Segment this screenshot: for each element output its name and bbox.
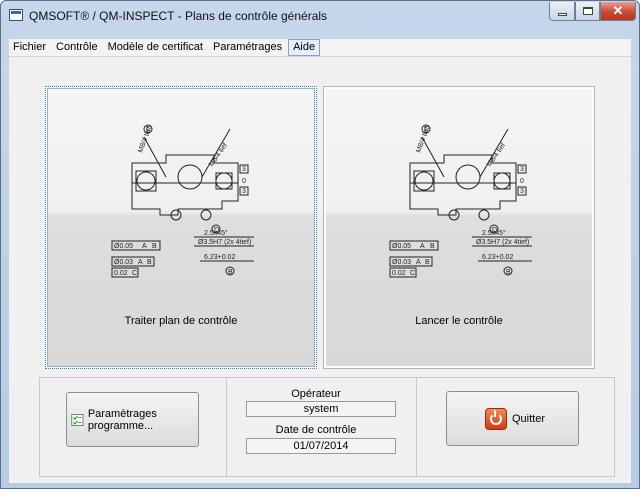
power-icon [485, 407, 507, 430]
panel-background: M8/4 tief M8/4 tief C D B 3 0 3 2.5x45° … [48, 89, 314, 366]
tol3-ref-c: C [410, 270, 415, 277]
traiter-plan-label: Traiter plan de contrôle [124, 315, 238, 327]
close-button[interactable]: ✕ [600, 2, 636, 21]
tol2-ref-a: A [416, 259, 421, 266]
divider-left [226, 378, 227, 476]
part-outline [409, 154, 517, 216]
tol2-ref-a: A [138, 259, 143, 266]
minimize-button[interactable] [549, 2, 575, 21]
lancer-controle-button[interactable]: M8/4 tief M8/4 tief C D B 3 0 3 2.5x45° … [323, 86, 595, 369]
callout-b: B [506, 269, 511, 276]
client-area: M8/4 tief M8/4 tief C D B 3 0 3 2.5x45° … [9, 56, 631, 483]
tol3-ref-c: C [132, 270, 137, 277]
date-label: Date de contrôle [275, 424, 357, 436]
window-title: QMSOFT® / QM-INSPECT - Plans de contrôle… [29, 9, 328, 23]
hole-center [177, 164, 203, 190]
left-box [135, 170, 157, 192]
hole-right [493, 172, 511, 190]
hole-right [215, 172, 233, 190]
quitter-button[interactable]: Quitter [446, 391, 579, 446]
maximize-button[interactable] [575, 2, 600, 21]
menu-bar: Fichier Contrôle Modèle de certificat Pa… [9, 39, 631, 56]
hole-bottom-right [478, 209, 490, 221]
box-number-1: 3 [242, 166, 246, 173]
menu-modele-certificat[interactable]: Modèle de certificat [104, 40, 207, 55]
dim-bottom-label: 6.23+0.02 [204, 254, 235, 261]
menu-aide[interactable]: Aide [288, 39, 321, 56]
tol1-value: Ø0.05 [114, 243, 133, 250]
box-number-2: 0 [520, 178, 524, 185]
hole-left [414, 171, 434, 191]
left-box [413, 170, 435, 192]
app-window: QMSOFT® / QM-INSPECT - Plans de contrôle… [0, 0, 640, 489]
operator-field: system [246, 401, 396, 417]
chamfer-label: 2.5x45° [482, 229, 506, 237]
panel-background: M8/4 tief M8/4 tief C D B 3 0 3 2.5x45° … [326, 89, 592, 366]
traiter-plan-button[interactable]: M8/4 tief M8/4 tief C D B 3 0 3 2.5x45° … [45, 86, 317, 369]
part-outline [131, 154, 239, 216]
menu-fichier[interactable]: Fichier [9, 40, 50, 55]
tol2-ref-b: B [147, 259, 152, 266]
parametrages-programme-label: Paramètrages programme... [87, 407, 157, 432]
divider-right [416, 378, 417, 476]
menu-parametrages[interactable]: Paramétrages [209, 40, 286, 55]
tol3-value: 0.02 [392, 270, 406, 277]
date-field: 01/07/2014 [246, 438, 396, 454]
maximize-icon [582, 7, 593, 15]
tol1-ref-b: B [152, 243, 157, 250]
hole-center [455, 164, 481, 190]
close-icon: ✕ [612, 3, 624, 18]
operator-label: Opérateur [291, 388, 341, 400]
technical-drawing-icon: M8/4 tief M8/4 tief C D B 3 0 3 2.5x45° … [389, 124, 532, 278]
tol1-ref-b: B [430, 243, 435, 250]
menu-controle[interactable]: Contrôle [52, 40, 102, 55]
tol1-value: Ø0.05 [392, 243, 411, 250]
bore-label: Ø3.5H7 (2x 4tief) [476, 239, 529, 246]
app-icon [9, 9, 23, 21]
bore-label: Ø3.5H7 (2x 4tief) [198, 239, 251, 246]
chamfer-label: 2.5x45° [204, 229, 228, 237]
tol3-value: 0.02 [114, 270, 128, 277]
tol1-ref-a: A [420, 243, 425, 250]
minimize-icon [557, 12, 567, 16]
quitter-label: Quitter [512, 412, 546, 425]
lancer-controle-label: Lancer le contrôle [415, 315, 503, 327]
box-number-3: 3 [242, 188, 246, 195]
callout-c: C [146, 126, 151, 133]
technical-drawing-icon: M8/4 tief M8/4 tief C D B 3 0 3 2.5x45° … [111, 124, 254, 278]
hole-bottom-right [200, 209, 212, 221]
dim-bottom-label: 6.23+0.02 [482, 254, 513, 261]
callout-b: B [228, 269, 233, 276]
title-bar[interactable]: QMSOFT® / QM-INSPECT - Plans de contrôle… [1, 1, 639, 31]
hole-left [136, 171, 156, 191]
tol1-ref-a: A [142, 243, 147, 250]
tol2-value: Ø0.03 [392, 259, 411, 266]
parametrages-programme-button[interactable]: Paramètrages programme... [66, 392, 199, 447]
checklist-icon [71, 413, 84, 426]
box-number-3: 3 [520, 188, 524, 195]
box-number-1: 3 [520, 166, 524, 173]
tol2-ref-b: B [425, 259, 430, 266]
tol2-value: Ø0.03 [114, 259, 133, 266]
callout-c: C [424, 126, 429, 133]
bottom-group: Paramètrages programme... Opérateur syst… [39, 377, 615, 477]
box-number-2: 0 [242, 178, 246, 185]
